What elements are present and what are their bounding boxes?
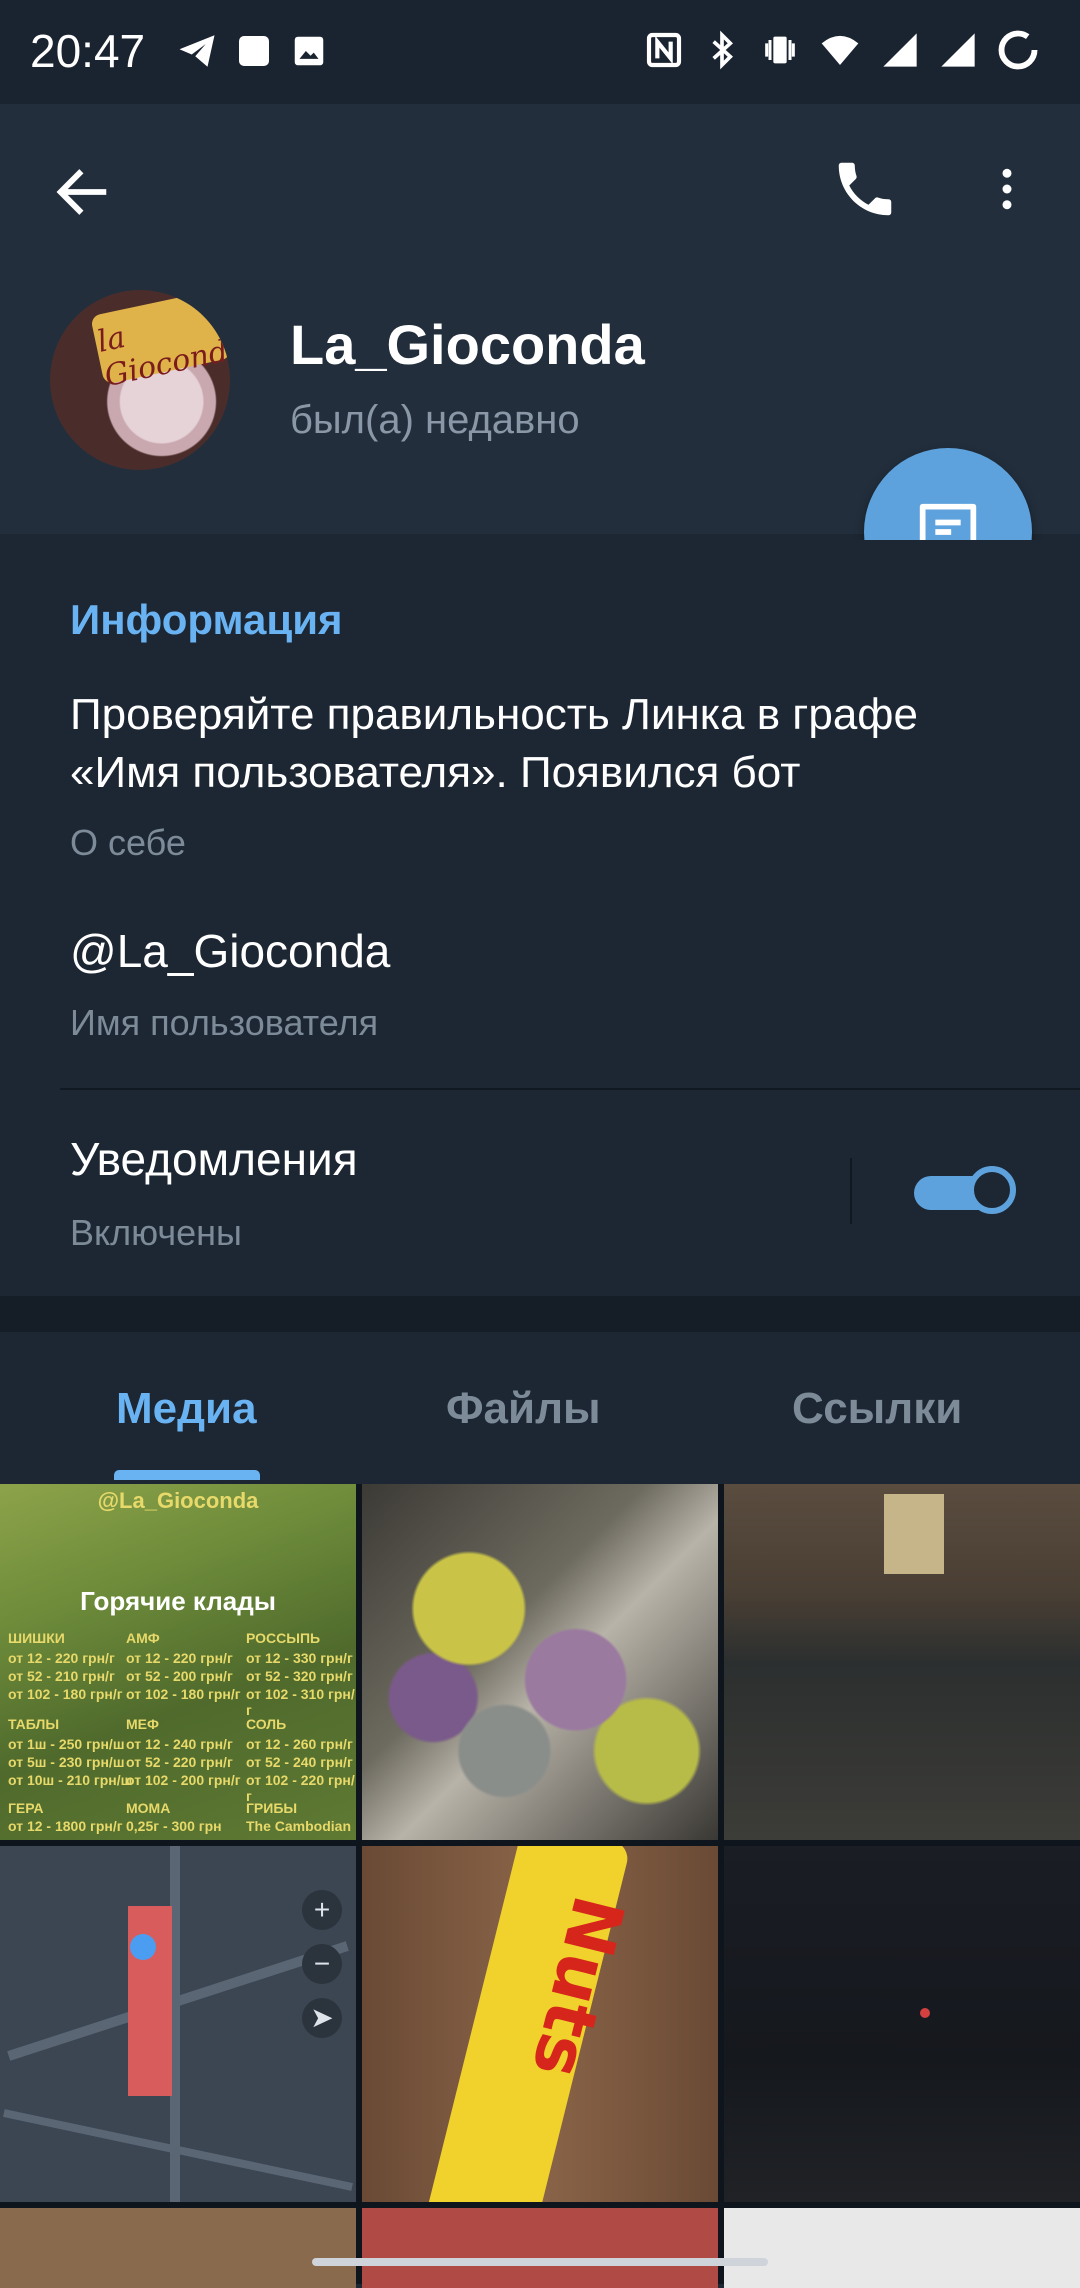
signal-icon (941, 33, 975, 67)
media-thumbnail[interactable] (724, 1484, 1080, 1840)
signal-icon (883, 33, 917, 67)
red-light (920, 2008, 930, 2018)
media-thumbnail[interactable] (362, 1484, 718, 1840)
more-vertical-icon (1002, 168, 1012, 210)
nfc-icon (646, 32, 682, 68)
zoom-in-button: + (302, 1890, 342, 1930)
tab-links[interactable]: Ссылки (792, 1384, 962, 1434)
bio-text[interactable]: Проверяйте правильность Линка в графе «И… (70, 686, 1030, 802)
map-building (128, 1906, 172, 2096)
media-thumbnail[interactable]: Nuts (362, 1846, 718, 2202)
price-line: от 12 - 330 грн/г (246, 1650, 353, 1666)
price-line: от 52 - 200 грн/г (126, 1668, 233, 1684)
status-time: 20:47 (30, 25, 146, 77)
media-thumbnail[interactable] (724, 1846, 1080, 2202)
map-pin-icon (130, 1934, 156, 1960)
arrow-left-icon (56, 169, 107, 215)
media-thumbnail[interactable]: @La_Gioconda Горячие клады ШИШКИ от 12 -… (0, 1484, 356, 1840)
price-line: от 12 - 240 грн/г (126, 1736, 233, 1752)
price-line: от 5ш - 230 грн/ш (8, 1754, 125, 1770)
price-col-title: ГРИБЫ (246, 1800, 298, 1816)
price-line: от 10ш - 210 грн/ш (8, 1772, 133, 1788)
tab-media[interactable]: Медиа (116, 1384, 257, 1434)
media-thumbnail[interactable]: + − ➤ (0, 1846, 356, 2202)
active-tab-indicator (114, 1470, 260, 1480)
price-line: 0,25г - 300 грн (126, 1818, 222, 1834)
vibrate-icon (765, 36, 795, 64)
zoom-out-button: − (302, 1944, 342, 1984)
price-col-title: МОМА (126, 1800, 171, 1816)
price-col-title: СОЛЬ (246, 1716, 287, 1732)
username-value[interactable]: @La_Gioconda (70, 924, 390, 978)
price-line: от 52 - 210 грн/г (8, 1668, 115, 1684)
location-arrow-icon: ➤ (302, 1998, 342, 2038)
gesture-nav-handle[interactable] (312, 2258, 768, 2266)
username-label: Имя пользователя (70, 1002, 379, 1043)
telegram-icon (179, 35, 215, 67)
system-icons (644, 28, 1040, 72)
media-thumbnail[interactable] (362, 2208, 718, 2288)
price-line: The Cambodian (246, 1818, 352, 1834)
price-line: от 102 - 200 грн/г (126, 1772, 241, 1788)
last-seen-status: был(а) недавно (290, 398, 580, 442)
divider (60, 1088, 1080, 1090)
image-icon (294, 36, 324, 66)
price-col-title: ГЕРА (8, 1800, 44, 1816)
square-icon (239, 36, 269, 66)
media-thumbnail[interactable] (724, 2208, 1080, 2288)
info-section: Информация Проверяйте правильность Линка… (0, 540, 1080, 1296)
notifications-label[interactable]: Уведомления (70, 1132, 358, 1186)
price-list-handle: @La_Gioconda (97, 1488, 259, 1513)
toggle-knob (968, 1166, 1016, 1214)
price-line: от 12 - 260 грн/г (246, 1736, 353, 1752)
price-line: от 12 - 220 грн/г (126, 1650, 233, 1666)
price-line: от 12 - 1800 грн/г (8, 1818, 123, 1834)
price-col-title: ТАБЛЫ (8, 1716, 60, 1732)
price-line: от 12 - 220 грн/г (8, 1650, 115, 1666)
battery-icon (998, 30, 1038, 70)
notifications-toggle[interactable] (914, 1166, 1018, 1218)
media-grid: @La_Gioconda Горячие клады ШИШКИ от 12 -… (0, 1484, 1080, 2288)
price-line: от 52 - 240 грн/г (246, 1754, 353, 1770)
price-col-title: ШИШКИ (8, 1630, 65, 1646)
vertical-divider (850, 1158, 852, 1224)
price-list-heading: Горячие клады (80, 1586, 276, 1616)
bio-label: О себе (70, 822, 186, 863)
price-line: от 1ш - 250 грн/ш (8, 1736, 125, 1752)
price-line: от 52 - 320 грн/г (246, 1668, 353, 1684)
notification-icons (176, 30, 328, 72)
price-col-title: МЕФ (126, 1716, 159, 1732)
price-line: от 102 - 180 грн/г (126, 1686, 241, 1702)
media-thumbnail[interactable] (0, 2208, 356, 2288)
price-col-title: РОССЫПЬ (246, 1630, 321, 1646)
bluetooth-icon (712, 30, 733, 70)
price-col-title: АМФ (126, 1630, 160, 1646)
more-button[interactable] (980, 154, 1034, 224)
price-line: от 52 - 220 грн/г (126, 1754, 233, 1770)
phone-icon (838, 162, 892, 216)
call-button[interactable] (830, 154, 900, 224)
window-light (884, 1494, 944, 1574)
section-gap (0, 1296, 1080, 1332)
avatar[interactable]: la Gioconda (50, 290, 230, 470)
info-section-title: Информация (70, 596, 343, 643)
notifications-state: Включены (70, 1212, 242, 1253)
profile-name: La_Gioconda (290, 313, 645, 376)
tab-files[interactable]: Файлы (446, 1384, 601, 1434)
status-bar: 20:47 (0, 0, 1080, 104)
shared-media-tabs: Медиа Файлы Ссылки (0, 1332, 1080, 1480)
price-line: от 102 - 310 грн/г (246, 1686, 355, 1718)
price-line: от 102 - 180 грн/г (8, 1686, 123, 1702)
back-button[interactable] (50, 160, 114, 224)
wifi-icon (821, 35, 859, 65)
